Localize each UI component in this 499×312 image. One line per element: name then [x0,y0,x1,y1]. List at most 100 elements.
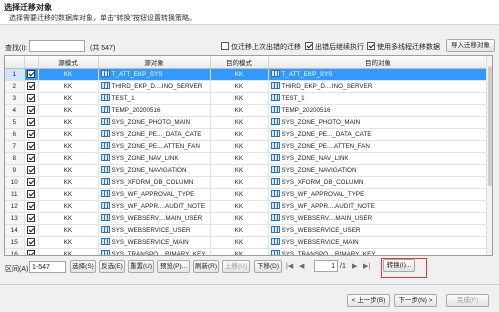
previous-page-icon[interactable]: ◀ [299,262,304,270]
find-label: 查找(I): [5,45,28,52]
move-up-button[interactable]: 上移(U) [222,260,250,273]
column-header-target-schema[interactable]: 目的模式 [210,56,269,69]
row-checkbox[interactable] [27,189,35,198]
table-row[interactable]: 11 KK SYS_WF_APPROVAL_TYPE KK SYS_WF_APPROVA… [5,188,489,201]
row-checkbox-cell[interactable] [24,248,39,255]
continue-on-error-checkbox[interactable] [305,42,313,50]
table-row[interactable]: 7 KK SYS_ZONE_PE....ATTEN_FAN KK SYS_ZONE_PE… [5,140,489,153]
source-object-cell: SYS_WEBSERV....MAIN_USER [98,212,211,225]
range-input[interactable]: 1-547 [29,261,66,273]
table-row[interactable]: 8 KK SYS_ZONE_NAV_LINK KK SYS_ZONE_NAV_LINK [5,152,489,165]
row-checkbox-cell[interactable] [24,68,39,81]
row-checkbox[interactable] [27,93,35,102]
refresh-button[interactable]: 刷新(R) [193,260,219,273]
find-input[interactable] [29,40,85,52]
table-vertical-scrollbar[interactable] [486,56,492,255]
back-button[interactable]: < 上一步(B) [347,294,390,307]
source-schema-cell: KK [38,116,99,129]
row-checkbox-cell[interactable] [24,176,39,189]
source-object-name: SYS_TRANSPO....RIMARY_KEY [111,251,206,256]
table-row[interactable]: 2 KK THIRD_EKP_D....INO_SERVER KK THIRD_EKP_… [5,80,489,93]
row-checkbox[interactable] [27,165,35,174]
row-checkbox-cell[interactable] [24,236,39,249]
column-header-select[interactable] [24,56,39,69]
source-object-cell: SYS_ZONE_NAVIGATION [98,164,211,177]
row-checkbox[interactable] [27,225,35,234]
source-object-name: SYS_ZONE_PE..._DATA_CATE [111,131,202,138]
target-object-name: TEMP_20200516 [281,107,331,114]
table-row[interactable]: 10 KK SYS_XFORM_DB_COLUMN KK SYS_XFORM_DB_CO… [5,176,489,189]
row-checkbox-cell[interactable] [24,200,39,213]
row-checkbox-cell[interactable] [24,140,39,153]
last-page-icon[interactable]: ▶| [363,262,370,270]
table-row[interactable]: 16 KK SYS_TRANSPO....RIMARY_KEY KK SYS_TRANS… [5,248,489,256]
target-object-name: SYS_ZONE_NAVIGATION [281,167,357,174]
table-row[interactable]: 13 KK SYS_WEBSERV....MAIN_USER KK SYS_WEBSER… [5,212,489,225]
table-row[interactable]: 4 KK TEMP_20200516 KK TEMP_20200516 [5,104,489,117]
move-down-button[interactable]: 下移(D) [254,260,282,273]
row-checkbox[interactable] [27,81,35,90]
table-icon [270,106,280,113]
source-object-cell: SYS_WF_APPROVAL_TYPE [98,188,211,201]
row-checkbox-cell[interactable] [24,164,39,177]
row-checkbox[interactable] [27,105,35,114]
invert-selection-button[interactable]: 反选(E) [99,260,125,273]
row-checkbox[interactable] [27,237,35,246]
first-page-icon[interactable]: |◀ [286,262,293,270]
next-button[interactable]: 下一步(N) > [394,294,437,307]
table-row[interactable]: 3 KK TEST_1 KK TEST_1 [5,92,489,105]
reset-button[interactable]: 重置(U) [128,260,154,273]
row-checkbox-cell[interactable] [24,92,39,105]
table-row[interactable]: 15 KK SYS_WEBSERVICE_MAIN KK SYS_WEBSERVICE_… [5,236,489,249]
preview-button[interactable]: 预览(P)... [157,260,190,273]
table-row[interactable]: 9 KK SYS_ZONE_NAVIGATION KK SYS_ZONE_NAVIGAT… [5,164,489,177]
multithread-checkbox[interactable] [367,42,375,50]
row-checkbox[interactable] [27,117,35,126]
column-header-target-object[interactable]: 目的对象 [268,56,489,69]
target-object-cell: SYS_XFORM_DB_COLUMN [268,176,489,189]
row-checkbox-cell[interactable] [24,80,39,93]
source-schema-cell: KK [38,224,99,237]
column-header-source-object[interactable]: 源对象 [98,56,211,69]
table-icon [270,178,280,185]
row-checkbox[interactable] [27,141,35,150]
scrollbar-thumb[interactable] [488,66,492,186]
page-number-input[interactable]: 1 [314,260,338,272]
row-checkbox-cell[interactable] [24,188,39,201]
row-checkbox[interactable] [27,201,35,210]
finish-button[interactable]: 完成(F) [446,294,489,307]
row-checkbox[interactable] [27,249,35,255]
target-schema-cell: KK [210,92,269,105]
table-icon [270,166,280,173]
table-row[interactable]: 5 KK SYS_ZONE_PHOTO_MAIN KK SYS_ZONE_PHOTO_M… [5,116,489,129]
only-last-failed-checkbox[interactable] [221,42,229,50]
source-object-name: TEST_1 [111,95,135,102]
column-header-source-schema[interactable]: 源模式 [38,56,99,69]
row-checkbox-cell[interactable] [24,116,39,129]
row-checkbox[interactable] [27,177,35,186]
source-object-cell: T_ATT_EKP_SYS [98,68,211,81]
source-object-cell: SYS_ZONE_PHOTO_MAIN [98,116,211,129]
row-checkbox[interactable] [27,153,35,162]
row-checkbox[interactable] [27,213,35,222]
row-checkbox[interactable] [27,129,35,138]
object-count: (共 547) [90,45,116,52]
target-object-name: SYS_ZONE_PE..._DATA_CATE [281,131,372,138]
target-object-cell: SYS_ZONE_PE....ATTEN_FAN [268,140,489,153]
row-checkbox-cell[interactable] [24,224,39,237]
row-checkbox-cell[interactable] [24,152,39,165]
select-button[interactable]: 选择(S) [70,260,96,273]
row-checkbox-cell[interactable] [24,212,39,225]
import-objects-button[interactable]: 导入迁移对象 [446,39,495,52]
row-checkbox-cell[interactable] [24,104,39,117]
table-row[interactable]: 6 KK SYS_ZONE_PE..._DATA_CATE KK SYS_ZONE_PE… [5,128,489,141]
table-row[interactable]: 12 KK SYS_WF_APPR....AUDIT_NOTE KK SYS_WF_AP… [5,200,489,213]
row-checkbox-cell[interactable] [24,128,39,141]
table-row[interactable]: 14 KK SYS_WEBSERVICE_USER KK SYS_WEBSERVICE_… [5,224,489,237]
source-schema-cell: KK [38,248,99,255]
target-schema-cell: KK [210,200,269,213]
row-checkbox[interactable] [27,69,35,78]
table-row[interactable]: 1 KK T_ATT_EKP_SYS KK T_ATT_EKP_SYS [5,68,489,81]
table-icon [270,226,280,233]
next-page-icon[interactable]: ▶ [352,262,357,270]
